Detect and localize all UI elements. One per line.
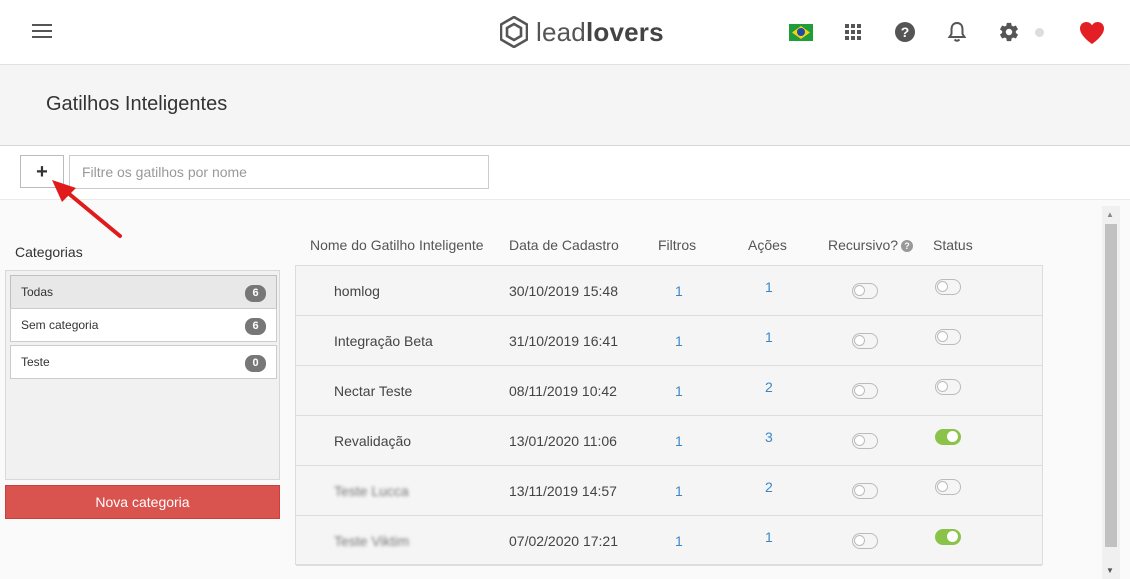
- actions-count-link[interactable]: 2: [765, 379, 773, 395]
- top-navbar: leadlovers ?: [0, 0, 1130, 65]
- filters-count-link[interactable]: 1: [675, 333, 683, 349]
- recursive-toggle[interactable]: [852, 533, 878, 549]
- category-count-badge: 6: [245, 318, 266, 335]
- scrollbar-thumb[interactable]: [1105, 224, 1117, 547]
- trigger-name[interactable]: Integração Beta: [334, 333, 433, 349]
- category-count-badge: 6: [245, 285, 266, 302]
- categories-title: Categorias: [15, 244, 83, 260]
- recursive-toggle[interactable]: [852, 483, 878, 499]
- category-label: Sem categoria: [21, 318, 99, 332]
- column-header-name: Nome do Gatilho Inteligente: [310, 237, 484, 253]
- category-label: Todas: [21, 285, 54, 299]
- actions-count-link[interactable]: 1: [765, 279, 773, 295]
- logo-text: leadlovers: [536, 16, 664, 47]
- category-item-teste[interactable]: Teste 0: [10, 345, 277, 379]
- actions-count-link[interactable]: 3: [765, 429, 773, 445]
- recursive-header-label: Recursivo?: [828, 237, 899, 253]
- trigger-name[interactable]: Revalidação: [334, 433, 411, 449]
- trigger-date: 13/01/2020 11:06: [509, 433, 617, 449]
- column-header-date: Data de Cadastro: [509, 237, 619, 253]
- user-status-dot: [1035, 28, 1044, 37]
- categories-panel: Todas 6 Sem categoria 6 Teste 0: [5, 270, 280, 480]
- recursive-toggle[interactable]: [852, 433, 878, 449]
- column-header-filters: Filtros: [658, 237, 697, 253]
- page-header: Gatilhos Inteligentes: [0, 65, 1130, 146]
- actions-count-link[interactable]: 2: [765, 479, 773, 495]
- category-item-sem-categoria[interactable]: Sem categoria 6: [10, 308, 277, 342]
- gear-icon[interactable]: [998, 21, 1020, 43]
- bell-icon[interactable]: [947, 21, 967, 43]
- trigger-date: 07/02/2020 17:21: [509, 533, 618, 549]
- logo-hexagon-icon: [500, 16, 528, 48]
- add-trigger-button[interactable]: +: [20, 155, 64, 188]
- filters-count-link[interactable]: 1: [675, 283, 683, 299]
- trigger-name-redacted[interactable]: Teste Lucca: [334, 483, 409, 499]
- brazil-flag-icon[interactable]: [789, 24, 813, 41]
- apps-grid-icon[interactable]: [845, 24, 861, 40]
- category-item-todas[interactable]: Todas 6: [10, 275, 277, 309]
- trigger-date: 31/10/2019 16:41: [509, 333, 618, 349]
- scroll-up-arrow-icon[interactable]: ▲: [1106, 210, 1114, 219]
- page-title: Gatilhos Inteligentes: [46, 93, 228, 115]
- trigger-date: 13/11/2019 14:57: [509, 483, 617, 499]
- filters-count-link[interactable]: 1: [675, 483, 683, 499]
- category-count-badge: 0: [245, 355, 266, 372]
- help-icon[interactable]: ?: [895, 22, 915, 42]
- table-row[interactable]: Integração Beta 31/10/2019 16:41 1 1: [296, 316, 1042, 366]
- column-header-actions: Ações: [748, 237, 787, 253]
- menu-icon[interactable]: [32, 24, 52, 40]
- status-toggle[interactable]: [935, 379, 961, 395]
- actions-count-link[interactable]: 1: [765, 529, 773, 545]
- recursive-help-icon[interactable]: ?: [901, 240, 914, 252]
- table-row[interactable]: Teste Lucca 13/11/2019 14:57 1 2: [296, 466, 1042, 516]
- actions-count-link[interactable]: 1: [765, 329, 773, 345]
- table-row[interactable]: homlog 30/10/2019 15:48 1 1: [296, 266, 1042, 316]
- table-row[interactable]: Revalidação 13/01/2020 11:06 1 3: [296, 416, 1042, 466]
- status-toggle[interactable]: [935, 479, 961, 495]
- recursive-toggle[interactable]: [852, 383, 878, 399]
- column-header-status: Status: [933, 237, 973, 253]
- status-toggle[interactable]: [935, 429, 961, 445]
- column-header-recursive: Recursivo??: [828, 237, 914, 253]
- table-row[interactable]: Teste Viktim 07/02/2020 17:21 1 1: [296, 516, 1042, 566]
- recursive-toggle[interactable]: [852, 333, 878, 349]
- status-toggle[interactable]: [935, 529, 961, 545]
- trigger-date: 08/11/2019 10:42: [509, 383, 617, 399]
- trigger-name-redacted[interactable]: Teste Viktim: [334, 533, 409, 549]
- brand-logo[interactable]: leadlovers: [500, 16, 664, 48]
- category-label: Teste: [21, 355, 50, 369]
- triggers-table: homlog 30/10/2019 15:48 1 1 Integração B…: [295, 265, 1043, 566]
- scroll-down-arrow-icon[interactable]: ▼: [1106, 566, 1114, 575]
- status-toggle[interactable]: [935, 329, 961, 345]
- status-toggle[interactable]: [935, 279, 961, 295]
- filters-count-link[interactable]: 1: [675, 433, 683, 449]
- vertical-scrollbar[interactable]: ▲ ▼: [1102, 206, 1120, 579]
- recursive-toggle[interactable]: [852, 283, 878, 299]
- toolbar: +: [0, 146, 1130, 200]
- trigger-name[interactable]: homlog: [334, 283, 380, 299]
- filter-triggers-input[interactable]: [69, 155, 489, 189]
- table-row[interactable]: Nectar Teste 08/11/2019 10:42 1 2: [296, 366, 1042, 416]
- filters-count-link[interactable]: 1: [675, 383, 683, 399]
- heart-icon[interactable]: [1079, 21, 1105, 45]
- new-category-button[interactable]: Nova categoria: [5, 485, 280, 519]
- filters-count-link[interactable]: 1: [675, 533, 683, 549]
- trigger-date: 30/10/2019 15:48: [509, 283, 618, 299]
- trigger-name[interactable]: Nectar Teste: [334, 383, 412, 399]
